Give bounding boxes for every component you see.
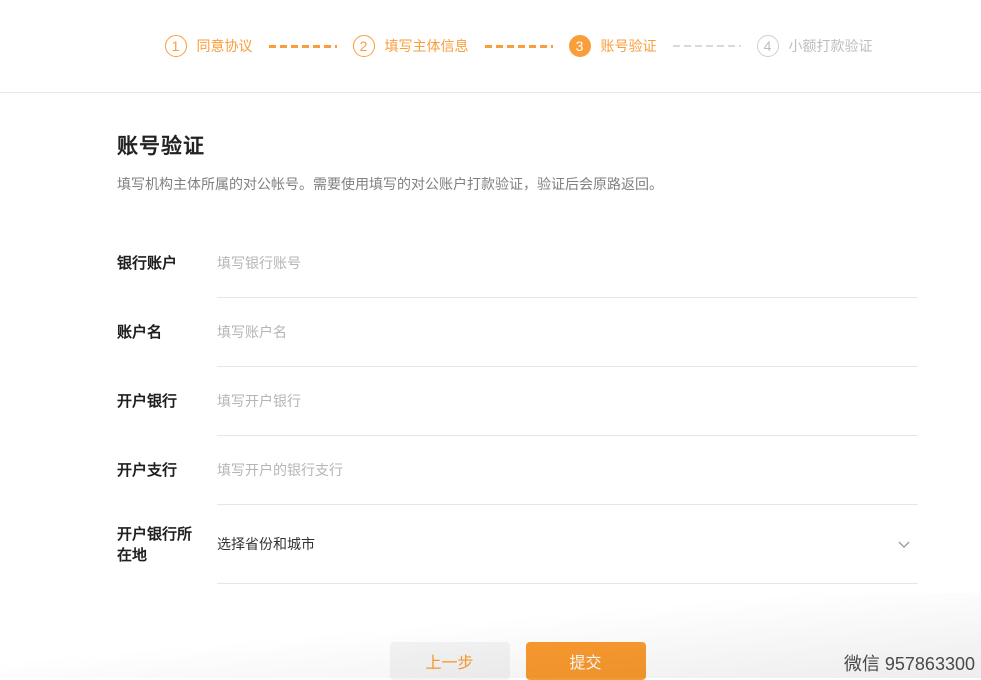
step-agree-agreement: 1 同意协议 [164, 35, 253, 57]
form-row-bank-branch: 开户支行 [117, 436, 918, 505]
step-account-verification: 3 账号验证 [568, 35, 657, 57]
form-actions: 上一步 提交 [117, 642, 918, 680]
form-row-bank-account: 银行账户 [117, 229, 918, 298]
bank-location-label: 开户银行所在地 [117, 525, 193, 564]
step-small-payment-verification: 4 小额打款验证 [756, 35, 873, 57]
stepper: 1 同意协议 2 填写主体信息 3 账号验证 4 小额打款验证 [164, 35, 873, 57]
bank-account-input[interactable] [217, 255, 918, 271]
step-1-circle: 1 [164, 35, 187, 57]
step-3-label: 账号验证 [600, 38, 657, 54]
chevron-down-icon [898, 541, 910, 549]
account-name-label: 账户名 [117, 324, 163, 341]
opening-bank-field [217, 367, 918, 436]
step-4-circle: 4 [756, 35, 779, 57]
bank-location-value: 选择省份和城市 [217, 536, 315, 552]
form-row-account-name: 账户名 [117, 298, 918, 367]
bank-account-form: 银行账户 账户名 开户银行 开户支行 [117, 229, 918, 584]
form-row-opening-bank: 开户银行 [117, 367, 918, 436]
opening-bank-label: 开户银行 [117, 393, 178, 410]
previous-step-button[interactable]: 上一步 [389, 642, 510, 680]
step-4-label: 小额打款验证 [788, 38, 873, 54]
bank-account-field [217, 229, 918, 298]
wizard-header: 1 同意协议 2 填写主体信息 3 账号验证 4 小额打款验证 [0, 0, 981, 93]
stepper-connector [672, 45, 741, 47]
step-fill-subject-info: 2 填写主体信息 [352, 35, 469, 57]
main-content: 账号验证 填写机构主体所属的对公帐号。需要使用填写的对公账户打款验证，验证后会原… [117, 93, 918, 680]
bank-branch-label: 开户支行 [117, 462, 178, 479]
step-1-label: 同意协议 [196, 38, 253, 54]
stepper-connector [268, 44, 337, 48]
opening-bank-input[interactable] [217, 393, 918, 409]
step-2-circle: 2 [352, 35, 375, 57]
stepper-connector [484, 44, 553, 48]
account-name-input[interactable] [217, 324, 918, 340]
bank-branch-input[interactable] [217, 462, 918, 478]
form-row-bank-location: 开户银行所在地 选择省份和城市 [117, 505, 918, 584]
watermark-text: 微信 957863300 [843, 654, 975, 674]
bank-branch-field [217, 436, 918, 505]
submit-button[interactable]: 提交 [525, 642, 646, 680]
step-2-label: 填写主体信息 [384, 38, 469, 54]
account-name-field [217, 298, 918, 367]
bank-location-select[interactable]: 选择省份和城市 [217, 505, 918, 584]
step-3-circle: 3 [568, 35, 591, 57]
page-title: 账号验证 [117, 135, 205, 158]
page-description: 填写机构主体所属的对公帐号。需要使用填写的对公账户打款验证，验证后会原路返回。 [117, 176, 663, 192]
bank-account-label: 银行账户 [117, 255, 178, 272]
